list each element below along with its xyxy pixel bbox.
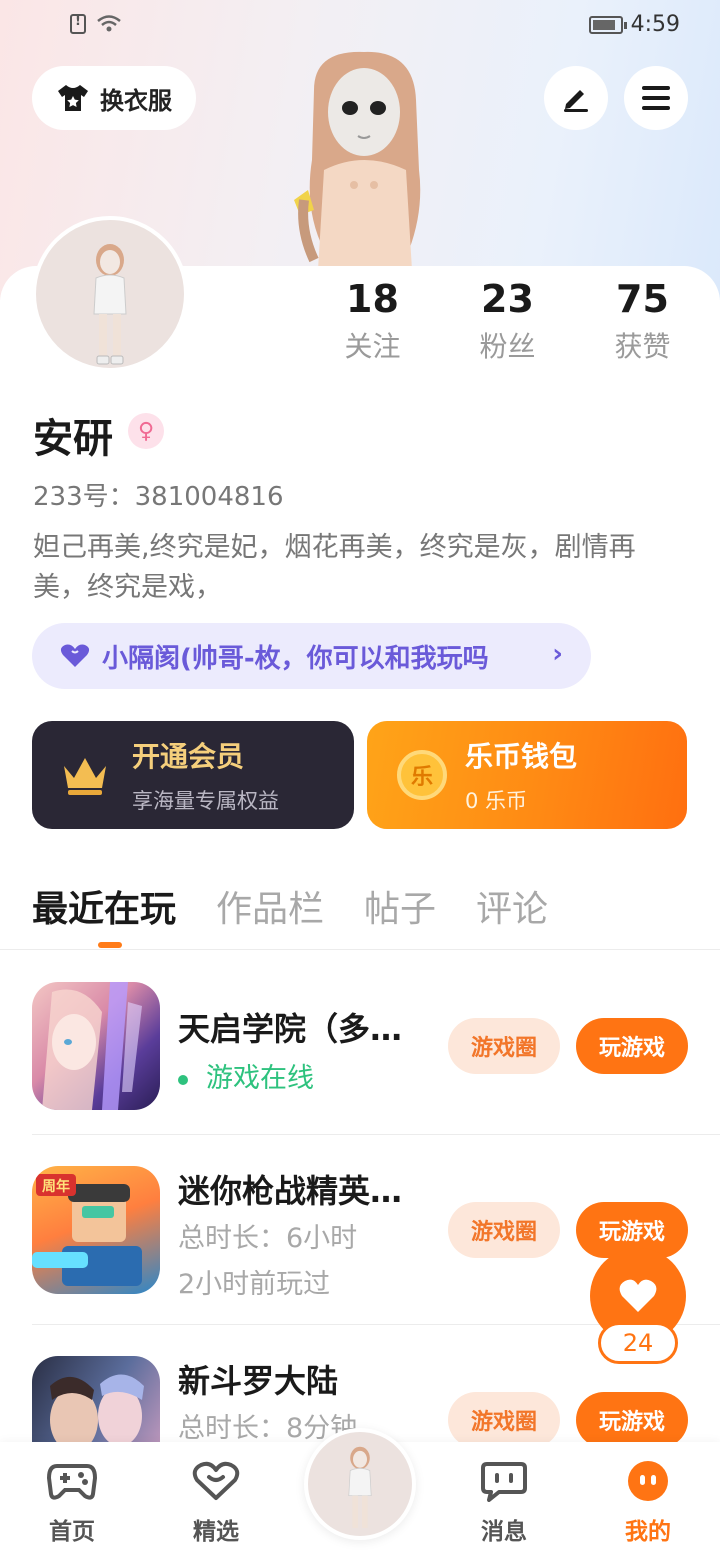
game-art-icon — [42, 982, 142, 1110]
active-tab-indicator — [98, 942, 122, 948]
game-icon-douluo[interactable] — [32, 1356, 160, 1446]
stat-likes[interactable]: 75 获赞 — [575, 275, 710, 375]
nav-label-messages: 消息 — [481, 1519, 527, 1545]
play-game-button[interactable]: 玩游戏 — [576, 1018, 688, 1074]
nav-center-avatar[interactable] — [304, 1428, 416, 1540]
tab-posts[interactable]: 帖子 — [364, 880, 436, 932]
nav-label-featured: 精选 — [193, 1519, 239, 1545]
nav-item-messages[interactable]: 消息 — [464, 1460, 544, 1546]
crown-icon — [64, 758, 106, 795]
change-outfit-label: 换衣服 — [100, 86, 172, 115]
pen-icon — [564, 90, 588, 112]
stat-following[interactable]: 18 关注 — [305, 275, 440, 375]
stat-likes-label: 获赞 — [614, 330, 671, 363]
stat-fans-value: 23 — [481, 277, 534, 321]
game-title: 新斗罗大陆 — [178, 1362, 339, 1400]
status-bar: 4:59 — [0, 0, 720, 54]
wifi-icon — [97, 15, 121, 32]
coin-icon: 乐 — [397, 750, 447, 800]
game-online-status: 游戏在线 — [206, 1063, 314, 1094]
game-last-played: 2小时前玩过 — [178, 1269, 331, 1300]
play-game-button[interactable]: 玩游戏 — [576, 1392, 688, 1446]
tab-comments[interactable]: 评论 — [476, 880, 548, 932]
game-icon-mini-gun[interactable]: 周年 — [32, 1166, 160, 1294]
message-icon — [481, 1462, 527, 1502]
menu-icon — [642, 86, 670, 110]
wallet-balance: 0 乐币 — [465, 789, 528, 813]
tab-recently-played[interactable]: 最近在玩 — [32, 880, 176, 932]
game-circle-button[interactable]: 游戏圈 — [448, 1392, 560, 1446]
tab-works[interactable]: 作品栏 — [216, 880, 324, 932]
avatar-figure-icon — [93, 244, 127, 365]
tabs-divider — [0, 949, 720, 950]
avatar-3d-figure[interactable] — [284, 50, 444, 270]
username: 安研 — [33, 416, 113, 462]
shirt-icon — [58, 85, 88, 111]
game-row[interactable]: 天启学院（多… 游戏在线 游戏圈 玩游戏 — [32, 982, 720, 1112]
anniversary-badge: 周年 — [42, 1178, 70, 1195]
stats-bar: 18 关注 23 粉丝 75 获赞 — [305, 275, 710, 375]
wallet-card[interactable]: 乐 乐币钱包 0 乐币 — [367, 721, 687, 829]
group-link-label: 小隔阂(帅哥-枚，你可以和我玩吗 — [102, 643, 489, 674]
game-icon-tianqi[interactable] — [32, 982, 160, 1110]
battery-icon — [588, 15, 627, 34]
heart-icon — [60, 644, 90, 667]
gamepad-icon — [46, 1464, 98, 1500]
status-time: 4:59 — [630, 12, 680, 37]
game-circle-button[interactable]: 游戏圈 — [448, 1018, 560, 1074]
profile-face-icon — [628, 1461, 668, 1501]
stat-likes-value: 75 — [616, 277, 669, 321]
game-art-icon — [50, 1374, 144, 1446]
female-gender-icon: ♀ — [128, 413, 164, 449]
game-title: 天启学院（多… — [178, 1010, 403, 1048]
chevron-right-icon: › — [552, 639, 563, 669]
vip-subtitle: 享海量专属权益 — [132, 789, 279, 813]
game-playtime: 总时长：6小时 — [178, 1223, 358, 1254]
profile-avatar[interactable] — [32, 216, 188, 372]
stat-following-label: 关注 — [344, 330, 401, 363]
like-count: 24 — [598, 1322, 678, 1364]
stat-fans-label: 粉丝 — [479, 330, 536, 363]
user-id[interactable]: 233号：381004816 — [33, 476, 284, 513]
heart-icon — [619, 1279, 657, 1312]
profile-tabs: 最近在玩 作品栏 帖子 评论 — [32, 880, 548, 932]
stat-following-value: 18 — [346, 277, 399, 321]
group-link[interactable]: 小隔阂(帅哥-枚，你可以和我玩吗 › — [32, 623, 591, 689]
vip-title: 开通会员 — [132, 740, 245, 773]
nav-item-home[interactable]: 首页 — [32, 1460, 112, 1546]
game-title: 迷你枪战精英… — [178, 1172, 403, 1210]
stat-fans[interactable]: 23 粉丝 — [440, 275, 575, 375]
sim-alert-icon — [70, 14, 86, 34]
wallet-title: 乐币钱包 — [465, 740, 578, 773]
change-outfit-button[interactable]: 换衣服 — [32, 66, 196, 130]
row-divider — [32, 1134, 720, 1135]
edit-profile-button[interactable] — [544, 66, 608, 130]
nav-label-home: 首页 — [49, 1519, 95, 1545]
menu-button[interactable] — [624, 66, 688, 130]
nav-item-me[interactable]: 我的 — [608, 1460, 688, 1546]
heart-chat-icon — [192, 1461, 240, 1500]
avatar-figure-icon — [348, 1446, 372, 1528]
nav-label-me: 我的 — [625, 1519, 671, 1545]
user-bio: 妲己再美,终究是妃，烟花再美，终究是灰，剧情再美，终究是戏， — [33, 532, 636, 603]
online-status-dot — [178, 1074, 188, 1085]
vip-membership-card[interactable]: 开通会员 享海量专属权益 — [32, 721, 354, 829]
game-circle-button[interactable]: 游戏圈 — [448, 1202, 560, 1258]
game-art-icon: 周年 — [32, 1174, 142, 1286]
nav-item-featured[interactable]: 精选 — [176, 1460, 256, 1546]
